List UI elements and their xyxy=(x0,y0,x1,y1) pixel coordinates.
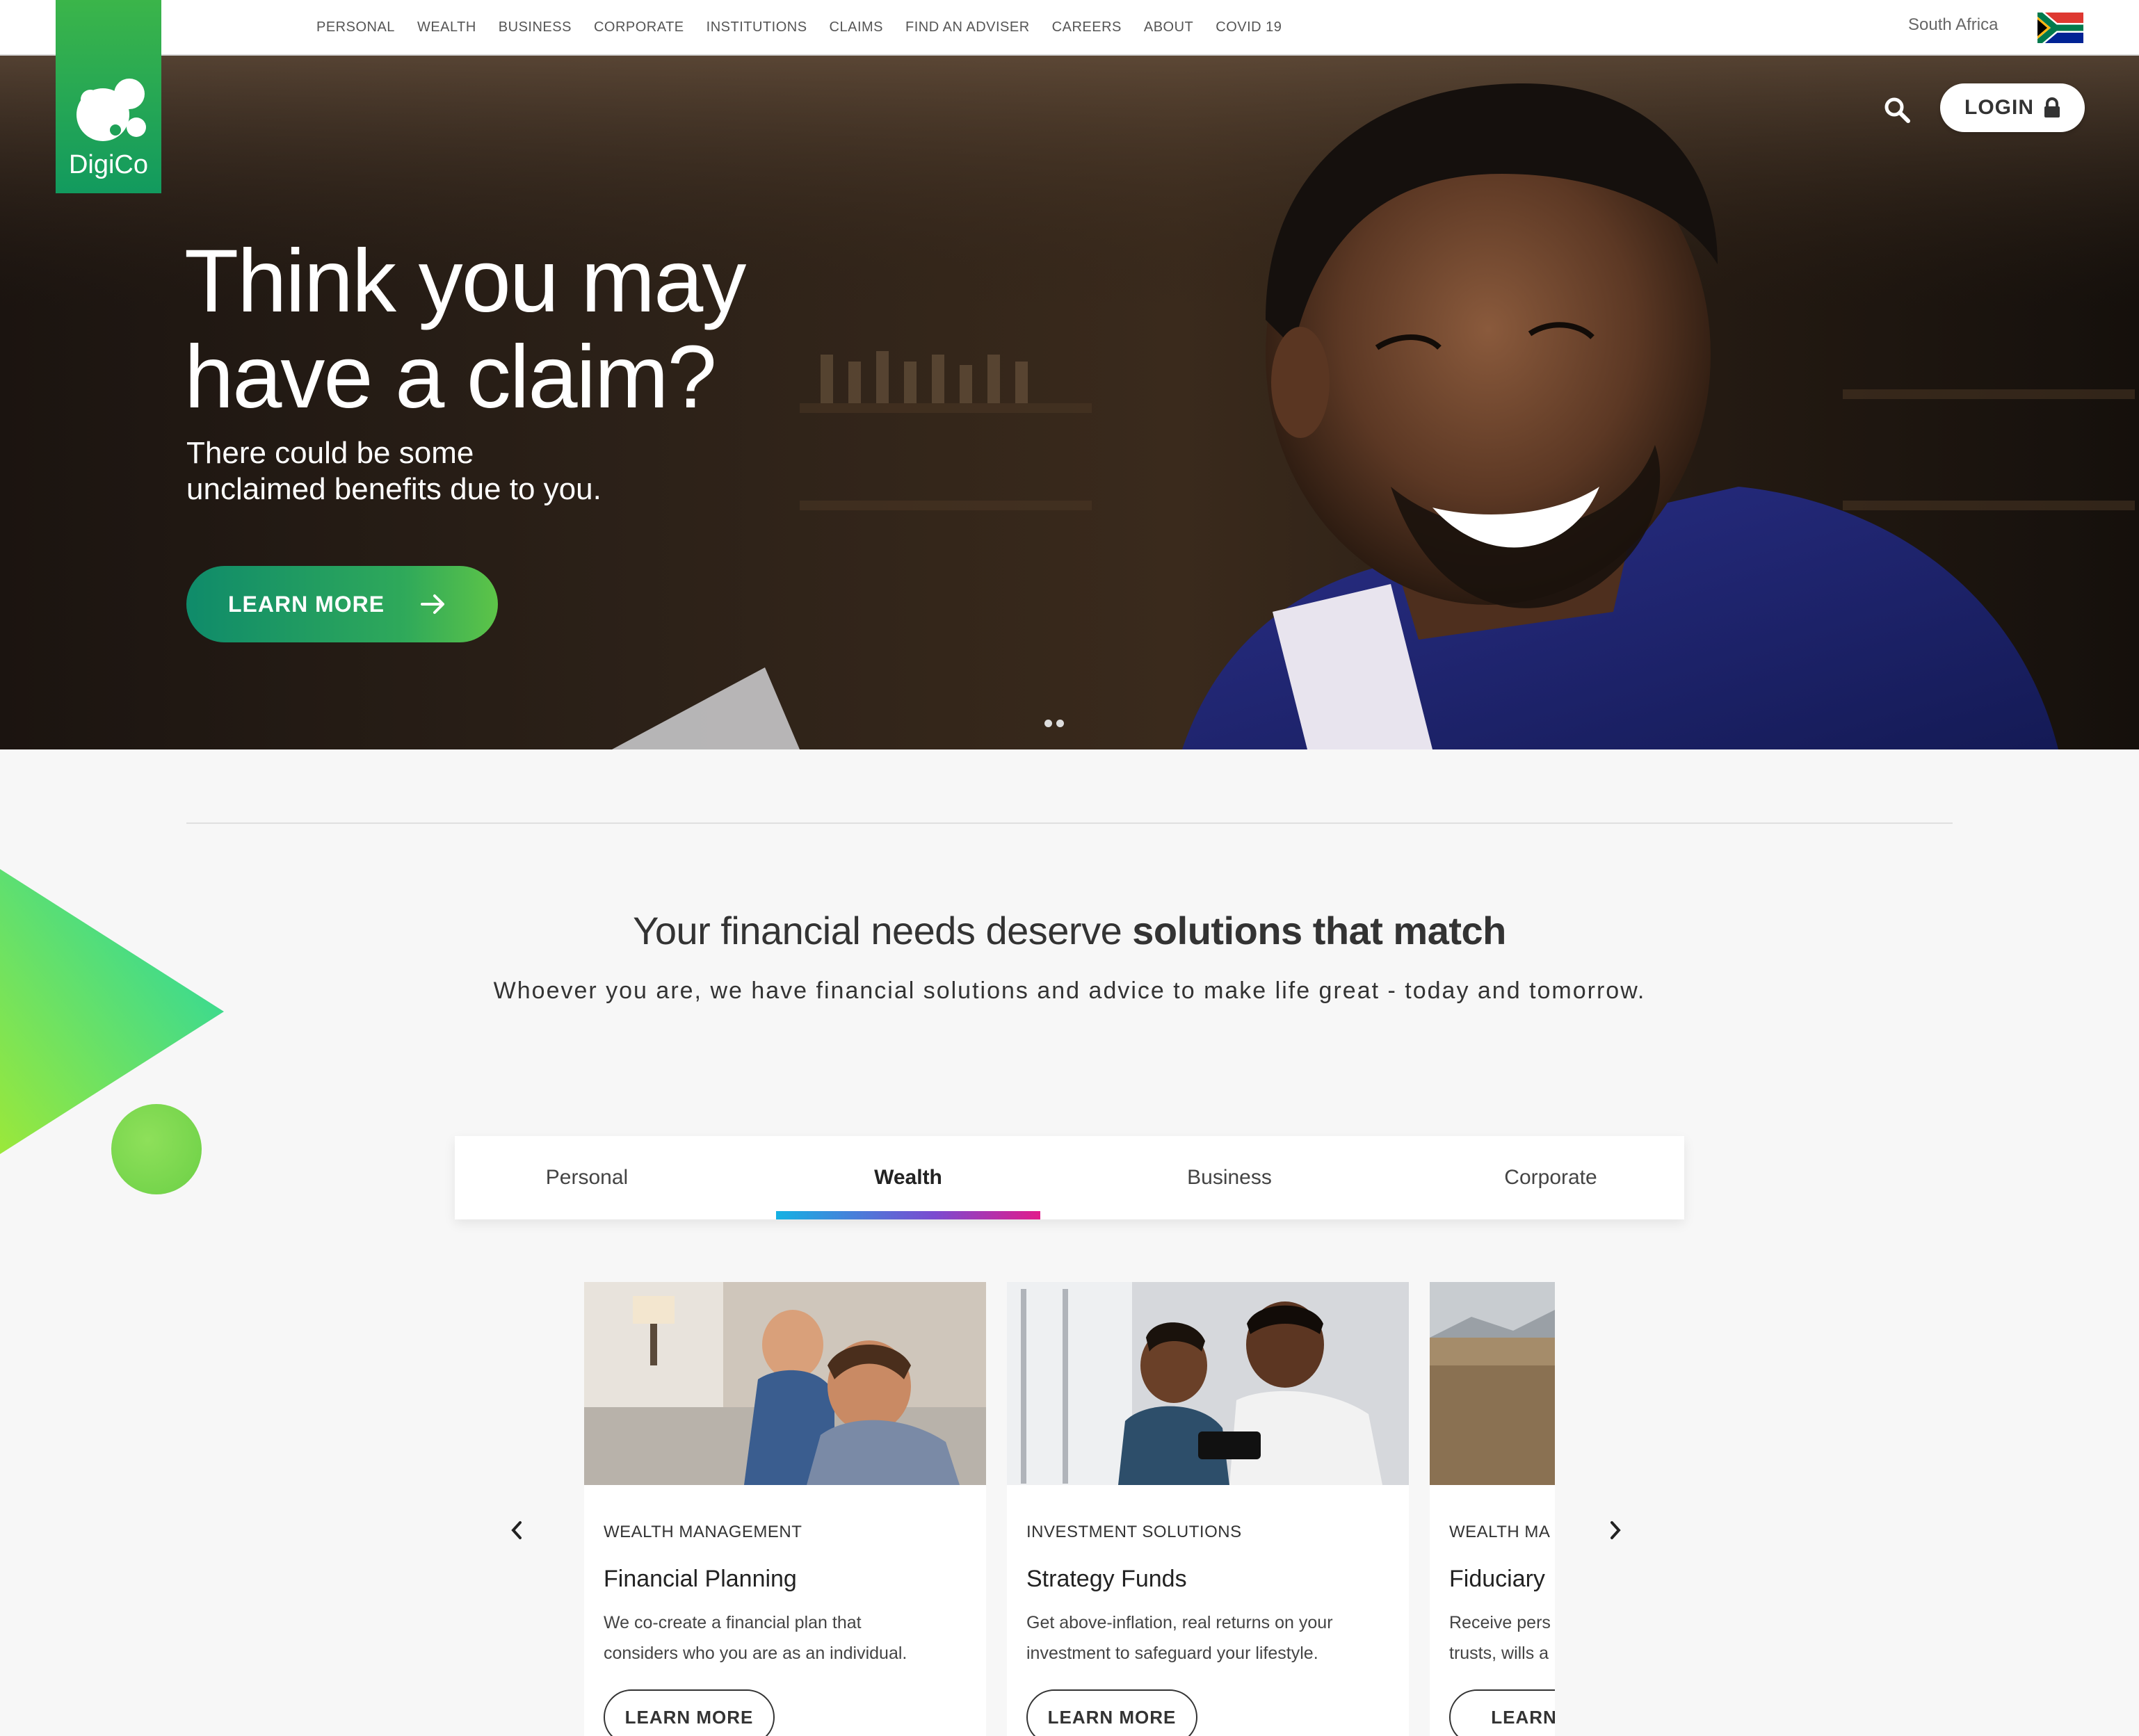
tab-wealth[interactable]: Wealth xyxy=(776,1136,1040,1219)
logo-wordmark: DigiCo xyxy=(68,150,149,179)
hero-carousel-dots xyxy=(1044,720,1064,727)
card-learn-more-button[interactable]: LEARN MORE xyxy=(604,1689,775,1736)
south-africa-flag-icon[interactable] xyxy=(2037,13,2083,43)
hero-subtitle-line-1: There could be some xyxy=(186,436,474,470)
lock-icon xyxy=(2044,97,2060,117)
card-image-beach xyxy=(1430,1282,1555,1485)
nav-item-about[interactable]: ABOUT xyxy=(1144,19,1193,35)
solutions-tabs: Personal Wealth Business Corporate xyxy=(455,1136,1684,1219)
nav-item-personal[interactable]: PERSONAL xyxy=(316,19,395,35)
section-heading: Your financial needs deserve solutions t… xyxy=(0,908,2139,953)
nav-item-covid-19[interactable]: COVID 19 xyxy=(1216,19,1282,35)
card-category: WEALTH MANAGEMENT xyxy=(604,1523,802,1541)
card-description-line-2: investment to safeguard your lifestyle. xyxy=(1026,1644,1318,1663)
card-description: We co-create a financial plan that consi… xyxy=(604,1607,972,1669)
carousel-dot-2[interactable] xyxy=(1056,720,1064,727)
hero-learn-more-button[interactable]: LEARN MORE xyxy=(186,566,498,642)
card-title: Strategy Funds xyxy=(1026,1566,1187,1592)
hero-subtitle: There could be some unclaimed benefits d… xyxy=(186,435,812,508)
carousel-prev-button[interactable] xyxy=(499,1513,534,1548)
card-title: Financial Planning xyxy=(604,1566,797,1592)
main-nav: PERSONAL WEALTH BUSINESS CORPORATE INSTI… xyxy=(316,0,1282,54)
card-description-line-2: considers who you are as an individual. xyxy=(604,1644,907,1663)
card-learn-more-button[interactable]: LEARN MORE xyxy=(1026,1689,1197,1736)
tab-personal[interactable]: Personal xyxy=(455,1136,719,1219)
nav-item-institutions[interactable]: INSTITUTIONS xyxy=(707,19,807,35)
card-category: INVESTMENT SOLUTIONS xyxy=(1026,1523,1242,1541)
carousel-dot-1[interactable] xyxy=(1044,720,1052,727)
nav-item-claims[interactable]: CLAIMS xyxy=(830,19,883,35)
nav-item-find-an-adviser[interactable]: FIND AN ADVISER xyxy=(905,19,1030,35)
tab-corporate[interactable]: Corporate xyxy=(1419,1136,1683,1219)
card-description: Receive pers trusts, wills a xyxy=(1449,1607,1555,1669)
section-heading-light: Your financial needs deserve xyxy=(633,909,1133,952)
solution-card[interactable]: WEALTH MANAGEMENT Financial Planning We … xyxy=(584,1282,986,1736)
card-learn-more-button[interactable]: LEARN M xyxy=(1449,1689,1555,1736)
hero-subtitle-line-2: unclaimed benefits due to you. xyxy=(186,472,602,506)
card-description-line-1: Receive pers xyxy=(1449,1613,1551,1632)
card-description-line-1: We co-create a financial plan that xyxy=(604,1613,862,1632)
card-description: Get above-inflation, real returns on you… xyxy=(1026,1607,1395,1669)
hero-title-line-1: Think you may xyxy=(184,232,746,331)
top-navigation-bar: PERSONAL WEALTH BUSINESS CORPORATE INSTI… xyxy=(0,0,2139,56)
nav-item-careers[interactable]: CAREERS xyxy=(1052,19,1122,35)
hero-learn-more-label: LEARN MORE xyxy=(228,591,385,617)
card-title: Fiduciary xyxy=(1449,1566,1545,1592)
card-image-father-and-son-phone xyxy=(1007,1282,1409,1485)
arrow-right-icon xyxy=(421,594,445,614)
chevron-left-icon xyxy=(511,1521,522,1539)
section-subheading: Whoever you are, we have financial solut… xyxy=(493,977,1646,1004)
solutions-carousel: WEALTH MANAGEMENT Financial Planning We … xyxy=(584,1282,1555,1736)
logo-bubbles-icon xyxy=(76,79,146,141)
hero-title: Think you may have a claim? xyxy=(184,234,1019,425)
carousel-next-button[interactable] xyxy=(1598,1513,1633,1548)
hero-title-line-2: have a claim? xyxy=(184,327,717,427)
active-tab-indicator xyxy=(776,1211,1040,1219)
nav-item-business[interactable]: BUSINESS xyxy=(499,19,572,35)
nav-item-wealth[interactable]: WEALTH xyxy=(417,19,476,35)
section-heading-bold: solutions that match xyxy=(1132,909,1506,952)
card-description-line-2: trusts, wills a xyxy=(1449,1644,1549,1663)
card-description-line-1: Get above-inflation, real returns on you… xyxy=(1026,1613,1333,1632)
digico-logo[interactable]: DigiCo xyxy=(56,0,161,193)
card-category: WEALTH MA xyxy=(1449,1523,1551,1541)
solution-card[interactable]: INVESTMENT SOLUTIONS Strategy Funds Get … xyxy=(1007,1282,1409,1736)
region-selector[interactable]: South Africa xyxy=(1908,15,1998,35)
card-image-father-and-son xyxy=(584,1282,986,1485)
decorative-circle-shape xyxy=(111,1104,202,1194)
search-icon[interactable] xyxy=(1882,95,1912,125)
login-button[interactable]: LOGIN xyxy=(1940,83,2085,132)
solution-card[interactable]: WEALTH MA Fiduciary Receive pers trusts,… xyxy=(1430,1282,1555,1736)
nav-item-corporate[interactable]: CORPORATE xyxy=(594,19,684,35)
hero-banner: Think you may have a claim? There could … xyxy=(0,56,2139,749)
chevron-right-icon xyxy=(1611,1521,1621,1539)
login-label: LOGIN xyxy=(1964,96,2034,119)
section-divider xyxy=(186,822,1953,824)
tab-business[interactable]: Business xyxy=(1097,1136,1362,1219)
